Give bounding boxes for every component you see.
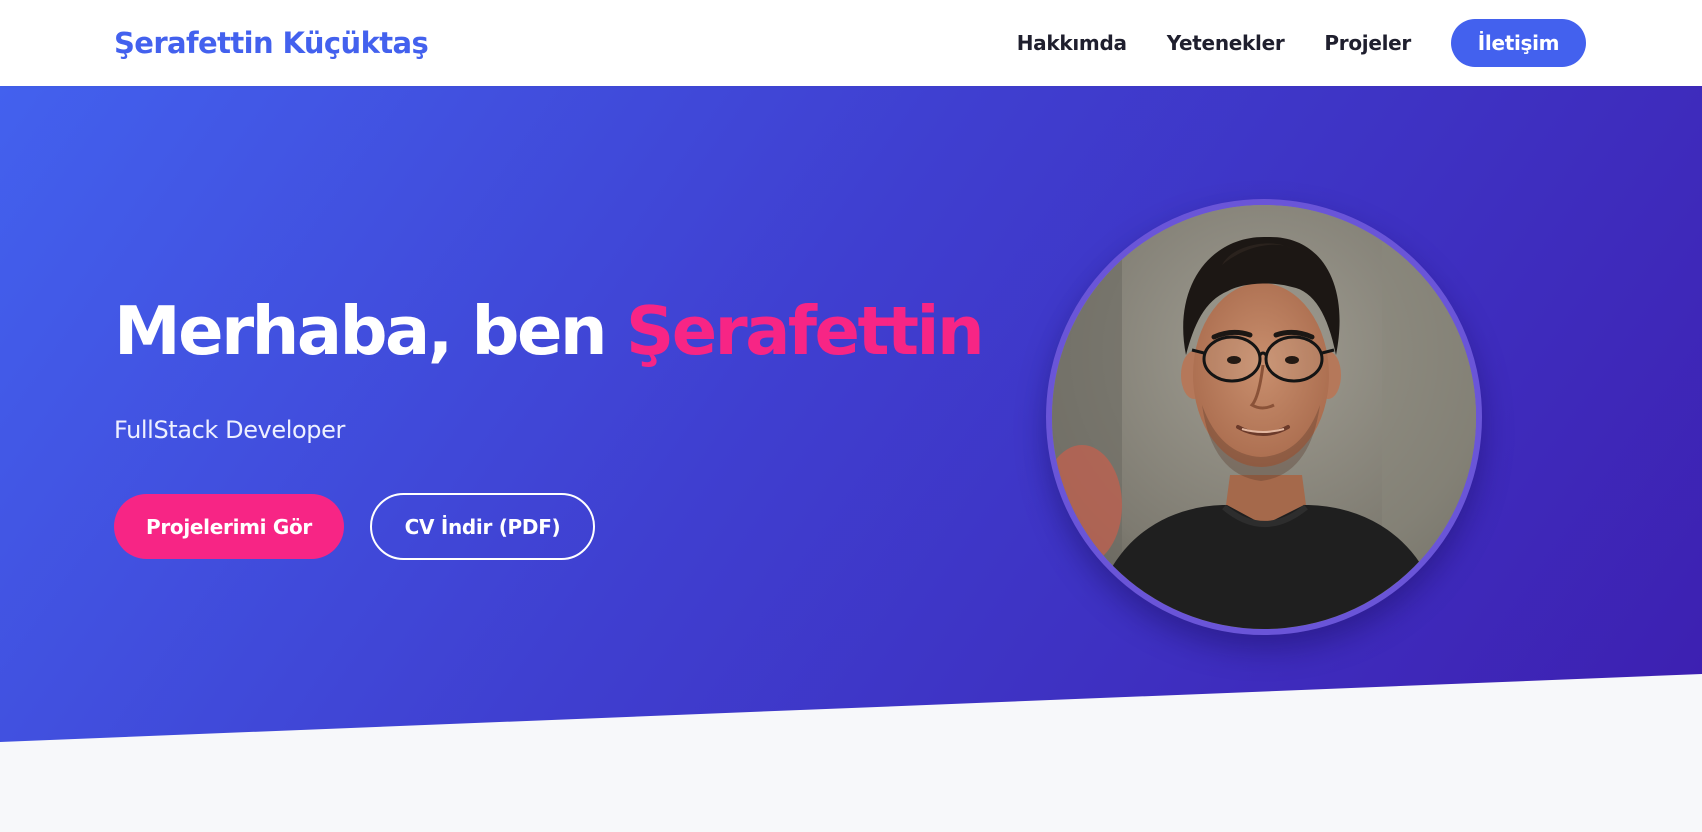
nav-link-skills[interactable]: Yetenekler xyxy=(1167,31,1285,55)
nav-links: Hakkımda Yetenekler Projeler İletişim xyxy=(1017,19,1586,67)
hero-name-highlight: Şerafettin xyxy=(625,292,985,370)
profile-photo-illustration xyxy=(1052,205,1476,629)
view-projects-button[interactable]: Projelerimi Gör xyxy=(114,494,344,559)
hero-buttons: Projelerimi Gör CV İndir (PDF) xyxy=(114,493,595,560)
hero-title: Merhaba, ben Şerafettin xyxy=(114,298,985,365)
hero-section: Merhaba, ben Şerafettin FullStack Develo… xyxy=(0,86,1702,742)
nav-link-projects[interactable]: Projeler xyxy=(1324,31,1411,55)
download-cv-button[interactable]: CV İndir (PDF) xyxy=(370,493,595,560)
brand-logo[interactable]: Şerafettin Küçüktaş xyxy=(114,26,429,60)
profile-photo xyxy=(1046,199,1482,635)
nav-link-about[interactable]: Hakkımda xyxy=(1017,31,1127,55)
hero-subtitle: FullStack Developer xyxy=(114,416,345,444)
contact-button[interactable]: İletişim xyxy=(1451,19,1586,67)
navbar: Şerafettin Küçüktaş Hakkımda Yetenekler … xyxy=(0,0,1702,86)
hero-greeting: Merhaba, ben xyxy=(114,292,626,370)
